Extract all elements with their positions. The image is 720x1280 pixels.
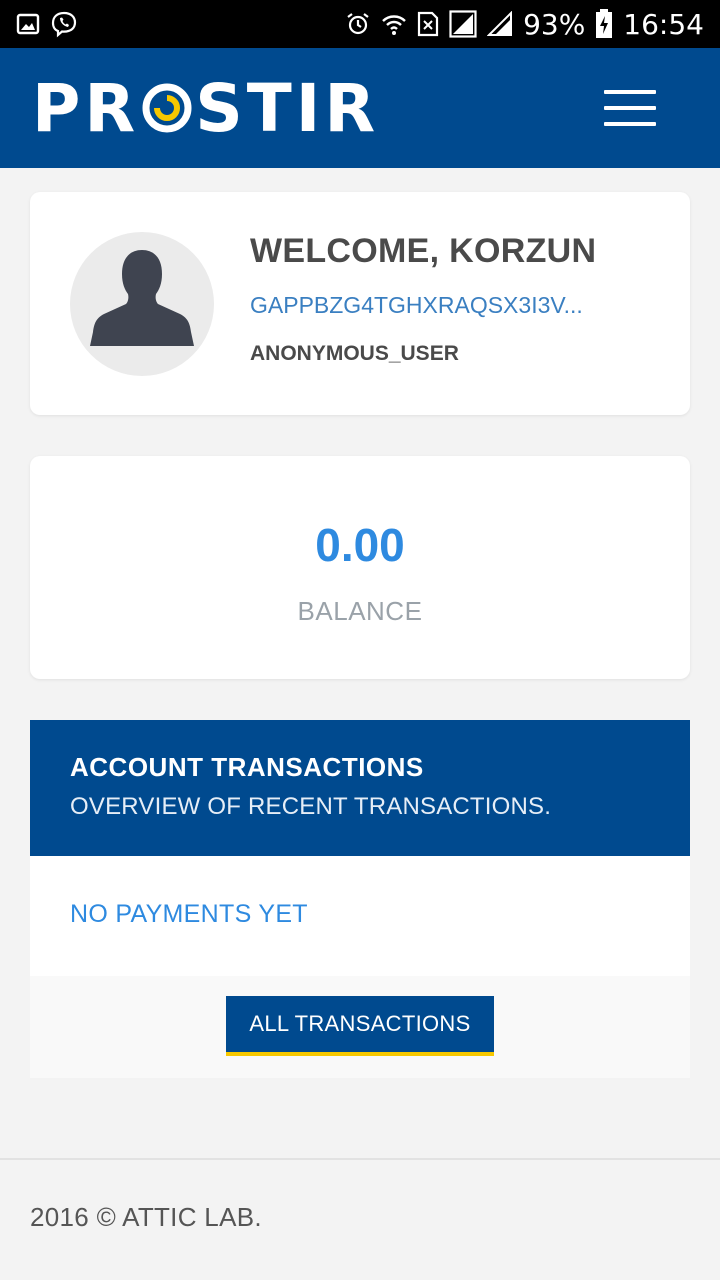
viber-notification-icon (50, 10, 78, 38)
balance-card: 0.00 BALANCE (30, 456, 690, 679)
signal-sim2-icon (487, 11, 513, 37)
status-bar: 93% 16:54 (0, 0, 720, 48)
logo-ring-icon (141, 82, 193, 134)
wifi-icon (381, 11, 407, 37)
logo-text-left: PR (32, 69, 140, 147)
menu-line (604, 106, 656, 110)
avatar (70, 232, 214, 376)
footer-copyright: 2016 © ATTIC LAB. (30, 1202, 262, 1232)
status-bar-right: 93% 16:54 (345, 8, 704, 41)
user-silhouette-icon (90, 250, 194, 346)
app-header: PR STIR (0, 48, 720, 168)
account-id-link[interactable]: GAPPBZG4TGHXRAQSX3I3V... (250, 292, 610, 319)
user-type-label: ANONYMOUS_USER (250, 342, 459, 365)
signal-sim1-icon (449, 10, 477, 38)
battery-percentage: 93% (523, 7, 586, 41)
sim-card-icon (417, 11, 439, 37)
battery-charging-icon (595, 9, 613, 39)
gallery-notification-icon (16, 12, 40, 36)
transactions-footer: ALL TRANSACTIONS (30, 976, 690, 1078)
balance-label: BALANCE (297, 596, 423, 626)
transactions-title: ACCOUNT TRANSACTIONS (70, 752, 424, 782)
hamburger-menu-button[interactable] (604, 90, 656, 126)
all-transactions-button[interactable]: ALL TRANSACTIONS (226, 996, 494, 1056)
prostir-logo[interactable]: PR STIR (32, 70, 379, 147)
logo-text-right: STIR (195, 69, 380, 147)
transactions-header: ACCOUNT TRANSACTIONS OVERVIEW OF RECENT … (30, 720, 690, 856)
status-bar-left (16, 10, 78, 38)
menu-line (604, 90, 656, 94)
welcome-heading: WELCOME, KORZUN (250, 232, 597, 270)
menu-line (604, 122, 656, 126)
alarm-icon (345, 11, 371, 37)
empty-state-text: NO PAYMENTS YET (70, 900, 308, 928)
footer-divider (0, 1158, 720, 1160)
transactions-panel: ACCOUNT TRANSACTIONS OVERVIEW OF RECENT … (30, 720, 690, 1078)
balance-value: 0.00 (315, 519, 405, 571)
transactions-list: NO PAYMENTS YET (30, 856, 690, 976)
clock: 16:54 (623, 7, 704, 41)
profile-card: WELCOME, KORZUN GAPPBZG4TGHXRAQSX3I3V...… (30, 192, 690, 415)
transactions-subtitle: OVERVIEW OF RECENT TRANSACTIONS. (70, 793, 552, 820)
